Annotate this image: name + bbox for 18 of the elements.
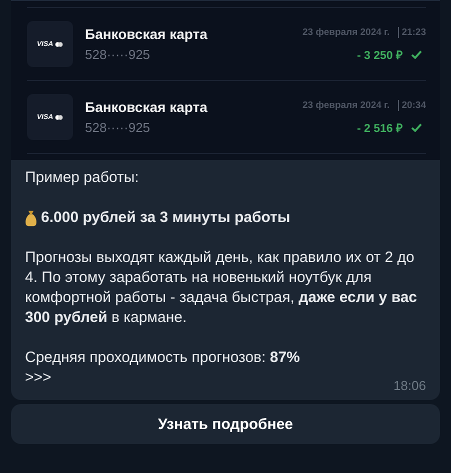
card-number: 528·····925 (85, 120, 152, 135)
message-text: Прогнозы выходят каждый день, как правило их от 2 до 4. По этому заработать на новенький ноутбук для комфортной работы - задача быстрая, даже если у вас 300 рублей в кармане. (25, 249, 418, 326)
message-text: 6.000 рублей за 3 минуты работы (41, 208, 290, 228)
transaction-date: 23 февраля 2024 г. (302, 100, 390, 110)
learn-more-button[interactable]: Узнать подробнее (11, 404, 440, 444)
amount: - 2 516 ₽ (357, 122, 403, 134)
message-text: Средняя проходимость прогнозов: 87% (25, 349, 300, 366)
card-title: Банковская карта (85, 26, 208, 42)
message-time: 18:06 (392, 378, 426, 394)
transaction-date: 23 февраля 2024 г. (302, 26, 390, 38)
money-bag-icon (25, 210, 37, 226)
card-number: 528·····925 (85, 47, 152, 62)
transaction-time: 20:34 (402, 100, 426, 110)
message-text: Пример работы: (25, 169, 139, 186)
amount: - 3 250 ₽ (357, 48, 403, 62)
message-text: >>> (25, 369, 52, 386)
card-title: Банковская карта (85, 99, 208, 115)
transaction-time: 21:23 (402, 26, 426, 38)
